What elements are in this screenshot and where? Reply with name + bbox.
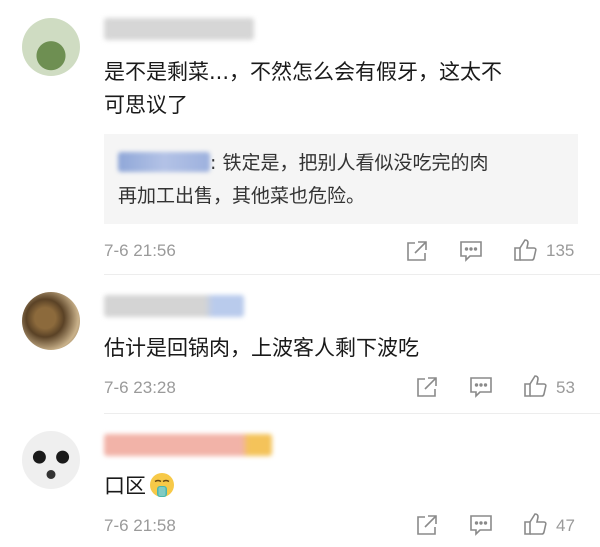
comment-text: 估计是回锅肉，上波客人剩下波吃 <box>104 336 419 360</box>
reply-text-line: : 铁定是，把别人看似没吃完的肉 <box>118 149 488 177</box>
share-icon[interactable] <box>404 238 430 264</box>
username[interactable] <box>104 18 254 40</box>
reply-box[interactable]: : 铁定是，把别人看似没吃完的肉 再加工出售，其他菜也危险。 <box>104 134 578 224</box>
reply-text-line: 再加工出售，其他菜也危险。 <box>118 185 366 207</box>
comment-text: 口区 <box>104 470 175 503</box>
avatar[interactable] <box>22 431 80 489</box>
like-count: 135 <box>546 241 575 260</box>
comment-text: 是不是剩菜...，不然怎么会有假牙，这太不 可思议了 <box>104 56 584 122</box>
comment-item: 口区 7-6 21:58 47 <box>0 414 600 547</box>
comment-icon[interactable] <box>468 512 494 538</box>
avatar[interactable] <box>22 18 80 76</box>
comment-item: 是不是剩菜...，不然怎么会有假牙，这太不 可思议了 : 铁定是，把别人看似没吃… <box>0 0 600 275</box>
vomiting-face-emoji <box>149 472 175 498</box>
reply-username[interactable] <box>118 152 210 172</box>
username[interactable] <box>104 434 272 456</box>
share-icon[interactable] <box>414 512 440 538</box>
avatar[interactable] <box>22 292 80 350</box>
comment-text-line: 是不是剩菜...，不然怎么会有假牙，这太不 <box>104 60 503 84</box>
timestamp: 7-6 21:56 <box>104 241 176 260</box>
like-count: 47 <box>556 516 575 535</box>
comment-text-line: 可思议了 <box>104 93 188 117</box>
like-count: 53 <box>556 378 575 397</box>
timestamp: 7-6 21:58 <box>104 516 176 535</box>
share-icon[interactable] <box>414 374 440 400</box>
timestamp: 7-6 23:28 <box>104 378 176 397</box>
thumbs-up-icon[interactable] <box>522 373 548 399</box>
comment-icon[interactable] <box>468 374 494 400</box>
comment-icon[interactable] <box>458 238 484 264</box>
reply-text: : 铁定是，把别人看似没吃完的肉 <box>210 152 489 174</box>
comment-text-value: 口区 <box>104 474 146 498</box>
thumbs-up-icon[interactable] <box>522 511 548 537</box>
comment-item: 估计是回锅肉，上波客人剩下波吃 7-6 23:28 53 <box>0 275 600 414</box>
username[interactable] <box>104 295 244 317</box>
thumbs-up-icon[interactable] <box>512 237 538 263</box>
